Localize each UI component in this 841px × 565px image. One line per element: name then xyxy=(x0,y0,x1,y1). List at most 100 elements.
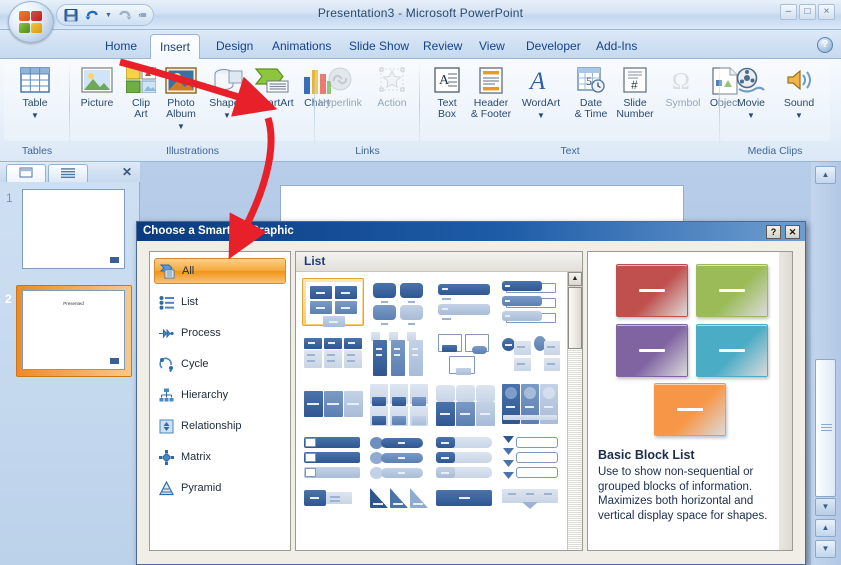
wordart-button[interactable]: A WordArt ▼ xyxy=(518,65,564,137)
gallery-thumbnail[interactable] xyxy=(434,382,496,430)
ribbon-tab-animations[interactable]: Animations xyxy=(263,34,340,59)
ribbon-tab-view[interactable]: View xyxy=(470,34,514,59)
ribbon-tab-developer[interactable]: Developer xyxy=(517,34,590,59)
undo-dropdown-icon[interactable]: ▼ xyxy=(105,12,112,19)
close-pane-button[interactable]: ✕ xyxy=(122,165,132,179)
table-button[interactable]: Table ▼ xyxy=(12,65,58,137)
gallery-thumbnail[interactable] xyxy=(302,278,364,327)
gallery-thumbnail[interactable] xyxy=(434,330,496,378)
gallery-thumbnail[interactable] xyxy=(500,486,562,534)
dropdown-caret-icon[interactable]: ▼ xyxy=(747,111,755,120)
category-cycle[interactable]: Cycle xyxy=(154,351,286,377)
ribbon-tab-design[interactable]: Design xyxy=(207,34,262,59)
gallery-thumbnail[interactable] xyxy=(302,330,364,378)
slide-preview-2[interactable]: Presented xyxy=(22,290,125,370)
photo-album-button[interactable]: Photo Album ▼ xyxy=(158,65,204,137)
scroll-down-button[interactable]: ▼ xyxy=(815,498,836,516)
gallery-thumbnail[interactable] xyxy=(434,278,496,326)
scroll-up-button[interactable]: ▲ xyxy=(815,166,836,184)
category-pyramid[interactable]: Pyramid xyxy=(154,475,286,501)
slide-preview-1[interactable] xyxy=(22,189,125,269)
minimize-button[interactable]: – xyxy=(780,4,797,20)
gallery-thumbnail[interactable] xyxy=(368,382,430,430)
gallery-thumbnail[interactable] xyxy=(302,486,364,534)
customize-qat-icon[interactable]: ≔ xyxy=(138,10,147,21)
category-list[interactable]: List xyxy=(154,289,286,315)
dialog-close-button[interactable]: ✕ xyxy=(785,225,800,239)
main-vertical-scrollbar[interactable]: ▲ ▼ ▲ ▼ xyxy=(811,162,841,565)
gallery-scroll-thumb[interactable] xyxy=(568,287,582,349)
close-button[interactable]: × xyxy=(818,4,835,20)
preview-shape-5 xyxy=(654,383,726,436)
ribbon-tab-home[interactable]: Home xyxy=(96,34,146,59)
slides-tab[interactable] xyxy=(6,164,46,182)
header-footer-button[interactable]: Header & Footer xyxy=(468,65,514,137)
quick-access-toolbar[interactable]: ▼ ≔ xyxy=(56,4,154,26)
office-button[interactable] xyxy=(8,1,54,43)
dropdown-caret-icon[interactable]: ▼ xyxy=(223,111,231,120)
redo-icon[interactable] xyxy=(117,7,133,23)
picture-button[interactable]: Picture xyxy=(74,65,120,137)
previous-slide-button[interactable]: ▲ xyxy=(815,519,836,537)
scroll-thumb[interactable] xyxy=(815,359,836,497)
gallery-thumbnail[interactable] xyxy=(434,434,496,482)
save-icon[interactable] xyxy=(63,7,79,23)
gallery-thumbnail[interactable] xyxy=(368,278,430,326)
sound-button[interactable]: Sound ▼ xyxy=(776,65,822,137)
smartart-dialog[interactable]: Choose a SmartArt Graphic ? ✕ All List Pro… xyxy=(136,221,806,565)
ribbon-tab-insert[interactable]: Insert xyxy=(150,34,201,59)
dropdown-caret-icon[interactable]: ▼ xyxy=(177,122,185,131)
category-process[interactable]: Process xyxy=(154,320,286,346)
category-list[interactable]: All List Process Cycle Hierarchy Relationship… xyxy=(149,251,291,551)
smartart-gallery[interactable]: List ▲ xyxy=(295,251,583,551)
outline-tab[interactable] xyxy=(48,164,88,182)
gallery-thumbnail[interactable] xyxy=(500,382,562,430)
ribbon-tab-review[interactable]: Review xyxy=(414,34,471,59)
gallery-thumbnail[interactable] xyxy=(302,382,364,430)
restore-button[interactable]: □ xyxy=(799,4,816,20)
next-slide-button[interactable]: ▼ xyxy=(815,540,836,558)
ribbon-help-icon[interactable]: ? xyxy=(817,37,833,53)
dropdown-caret-icon[interactable]: ▼ xyxy=(537,111,545,120)
dialog-help-button[interactable]: ? xyxy=(766,225,781,239)
category-relationship[interactable]: Relationship xyxy=(154,413,286,439)
window-controls[interactable]: – □ × xyxy=(780,4,835,20)
category-all[interactable]: All xyxy=(154,258,286,284)
action-button[interactable]: Action xyxy=(369,65,415,137)
ribbon-tab-slide-show[interactable]: Slide Show xyxy=(340,34,418,59)
ribbon-tab-add-ins[interactable]: Add-Ins xyxy=(587,34,646,59)
dropdown-caret-icon[interactable]: ▼ xyxy=(31,111,39,120)
category-hierarchy[interactable]: Hierarchy xyxy=(154,382,286,408)
gallery-thumbnail[interactable] xyxy=(500,330,562,378)
dialog-body: All List Process Cycle Hierarchy Relationship… xyxy=(137,241,805,564)
category-label: All xyxy=(182,265,195,277)
shapes-button[interactable]: Shapes ▼ xyxy=(204,65,250,137)
symbol-button[interactable]: Ω Symbol xyxy=(660,65,706,137)
text-box-button[interactable]: A Text Box xyxy=(424,65,470,137)
slide-number-button[interactable]: # Slide Number xyxy=(612,65,658,137)
smartart-button[interactable]: SmartArt xyxy=(250,65,296,137)
undo-icon[interactable] xyxy=(84,7,100,23)
category-matrix[interactable]: Matrix xyxy=(154,444,286,470)
slide-pane-tabs[interactable]: ✕ xyxy=(0,162,140,182)
dropdown-caret-icon[interactable]: ▼ xyxy=(795,111,803,120)
gallery-thumbnail[interactable] xyxy=(368,434,430,482)
movie-button[interactable]: Movie ▼ xyxy=(728,65,774,137)
gallery-thumbnail[interactable] xyxy=(500,434,562,482)
gallery-grid[interactable] xyxy=(296,272,568,550)
gallery-thumbnail[interactable] xyxy=(368,330,430,378)
gallery-thumbnail[interactable] xyxy=(500,278,562,326)
preview-scrollbar[interactable] xyxy=(779,252,792,550)
gallery-scroll-up-button[interactable]: ▲ xyxy=(568,272,582,286)
gallery-scrollbar[interactable]: ▲ xyxy=(567,272,582,550)
gallery-thumbnail[interactable] xyxy=(368,486,430,534)
slide-thumbnail-1[interactable]: 1 xyxy=(6,189,130,277)
gallery-thumbnail[interactable] xyxy=(302,434,364,482)
gallery-thumbnail[interactable] xyxy=(434,486,496,534)
hyperlink-button[interactable]: Hyperlink xyxy=(317,65,363,137)
date-time-button[interactable]: 5 Date & Time xyxy=(568,65,614,137)
slide-thumbnail-pane[interactable]: ✕ 1 2 Presented xyxy=(0,162,140,565)
button-label-line2: Number xyxy=(616,108,654,120)
button-label: WordArt xyxy=(521,97,561,109)
slide-thumbnail-2[interactable]: 2 Presented xyxy=(5,285,132,378)
